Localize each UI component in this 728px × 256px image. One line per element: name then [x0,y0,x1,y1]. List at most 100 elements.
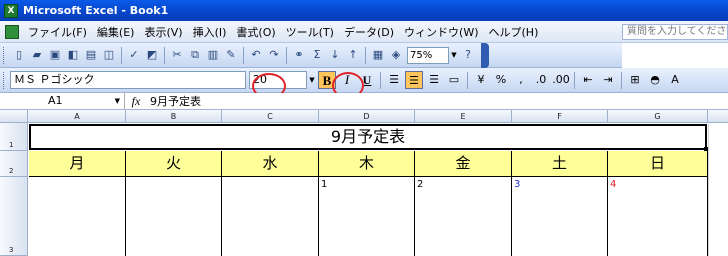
empty-column-area[interactable] [708,124,728,256]
toolbar-separator [164,46,165,64]
cut-icon[interactable]: ✂ [169,47,185,63]
increase-decimal-button[interactable]: .0 [532,71,550,89]
menu-file[interactable]: ファイル(F) [23,24,92,40]
column-header-e[interactable]: E [415,110,512,123]
row-header-2[interactable]: 2 [0,151,28,177]
spelling-icon[interactable]: ✓ [126,47,142,63]
decrease-indent-icon[interactable]: ⇤ [579,71,597,89]
font-name-select[interactable]: ＭＳ Ｐゴシック [10,71,246,89]
new-icon[interactable]: ▯ [11,47,27,63]
drawing-icon[interactable]: ◈ [388,47,404,63]
column-header-g[interactable]: G [608,110,708,123]
date-cell-thu[interactable]: 1 [319,177,415,256]
menu-help[interactable]: ヘルプ(H) [484,24,544,40]
borders-icon[interactable]: ⊞ [626,71,644,89]
menu-insert[interactable]: 挿入(I) [188,24,232,40]
weekday-cell-tue[interactable]: 火 [126,151,222,177]
align-left-icon[interactable]: ☰ [385,71,403,89]
print-icon[interactable]: ▤ [83,47,99,63]
window-title: Microsoft Excel - Book1 [23,4,169,17]
menu-tools[interactable]: ツール(T) [281,24,339,40]
menu-view[interactable]: 表示(V) [139,24,187,40]
redo-icon[interactable]: ↷ [266,47,282,63]
weekday-cell-wed[interactable]: 水 [222,151,319,177]
date-cell-mon[interactable] [29,177,126,256]
toolbar-separator [467,71,468,89]
weekday-cell-sun[interactable]: 日 [608,151,708,177]
fill-color-icon[interactable]: ◓ [646,71,664,89]
title-bar: X Microsoft Excel - Book1 [0,0,728,21]
merged-title-cell[interactable]: 9月予定表 [29,124,707,150]
date-cell-sat[interactable]: 3 [512,177,608,256]
open-icon[interactable]: ▰ [29,47,45,63]
zoom-select[interactable]: 75% [407,46,449,64]
percent-button[interactable]: % [492,71,510,89]
column-header-f[interactable]: F [512,110,608,123]
research-icon[interactable]: ◩ [144,47,160,63]
underline-button[interactable]: U [358,71,376,89]
decrease-decimal-button[interactable]: .00 [552,71,570,89]
merge-center-icon[interactable]: ▭ [445,71,463,89]
toolbar-separator [574,71,575,89]
menu-data[interactable]: データ(D) [339,24,399,40]
copy-icon[interactable]: ⧉ [187,47,203,63]
chevron-down-icon[interactable]: ▼ [307,72,317,89]
font-size-select[interactable]: 20 [249,71,307,89]
toolbar-separator [621,71,622,89]
toolbar-grip[interactable] [3,71,6,89]
select-all-corner[interactable] [0,110,28,123]
chevron-down-icon[interactable]: ▼ [115,93,120,109]
column-header-d[interactable]: D [319,110,415,123]
weekday-cell-fri[interactable]: 金 [415,151,512,177]
print-preview-icon[interactable]: ◫ [101,47,117,63]
menu-window[interactable]: ウィンドウ(W) [399,24,483,40]
row-header-1[interactable]: 1 [0,123,28,151]
sort-descending-icon[interactable]: ↑ [345,47,361,63]
comma-button[interactable]: , [512,71,530,89]
excel-app-icon[interactable]: X [4,3,18,18]
format-painter-icon[interactable]: ✎ [223,47,239,63]
chart-wizard-icon[interactable]: ▦ [370,47,386,63]
formula-input[interactable]: 9月予定表 [147,93,201,109]
column-headers: A B C D E F G [0,110,728,123]
help-icon[interactable]: ? [460,47,476,63]
weekday-cell-mon[interactable]: 月 [29,151,126,177]
insert-function-icon[interactable]: fx [125,94,147,109]
permission-icon[interactable]: ◧ [65,47,81,63]
workbook-icon[interactable] [5,24,19,39]
italic-button[interactable]: I [338,71,356,89]
align-right-icon[interactable]: ☰ [425,71,443,89]
save-icon[interactable]: ▣ [47,47,63,63]
weekday-cell-sat[interactable]: 土 [512,151,608,177]
sort-ascending-icon[interactable]: ↓ [327,47,343,63]
currency-icon[interactable]: ¥ [472,71,490,89]
font-color-icon[interactable]: A [666,71,684,89]
toolbar-separator [380,71,381,89]
column-header-c[interactable]: C [222,110,319,123]
increase-indent-icon[interactable]: ⇥ [599,71,617,89]
align-center-icon[interactable]: ☰ [405,71,423,89]
chevron-down-icon[interactable]: ▼ [449,47,459,64]
undo-icon[interactable]: ↶ [248,47,264,63]
column-header-a[interactable]: A [29,110,126,123]
name-box[interactable]: A1 ▼ [0,93,125,109]
cell-reference: A1 [48,94,63,107]
date-cell-fri[interactable]: 2 [415,177,512,256]
autosum-icon[interactable]: Σ [309,47,325,63]
date-cell-wed[interactable] [222,177,319,256]
menu-edit[interactable]: 編集(E) [92,24,140,40]
bold-button[interactable]: B [318,71,336,89]
row-header-3[interactable]: 3 [0,177,28,256]
weekday-cell-thu[interactable]: 木 [319,151,415,177]
ask-question-input[interactable]: 質問を入力してくださ [622,24,728,40]
menu-format[interactable]: 書式(O) [231,24,280,40]
hyperlink-icon[interactable]: ⚭ [291,47,307,63]
toolbar-separator [365,46,366,64]
column-header-b[interactable]: B [126,110,222,123]
standard-toolbar: ▯ ▰ ▣ ◧ ▤ ◫ ✓ ◩ ✂ ⧉ ▥ ✎ ↶ ↷ ⚭ Σ ↓ ↑ ▦ ◈ … [0,42,622,68]
toolbar-grip[interactable] [3,46,6,64]
toolbar-options-icon[interactable] [481,42,489,68]
date-cell-sun[interactable]: 4 [608,177,708,256]
date-cell-tue[interactable] [126,177,222,256]
paste-icon[interactable]: ▥ [205,47,221,63]
